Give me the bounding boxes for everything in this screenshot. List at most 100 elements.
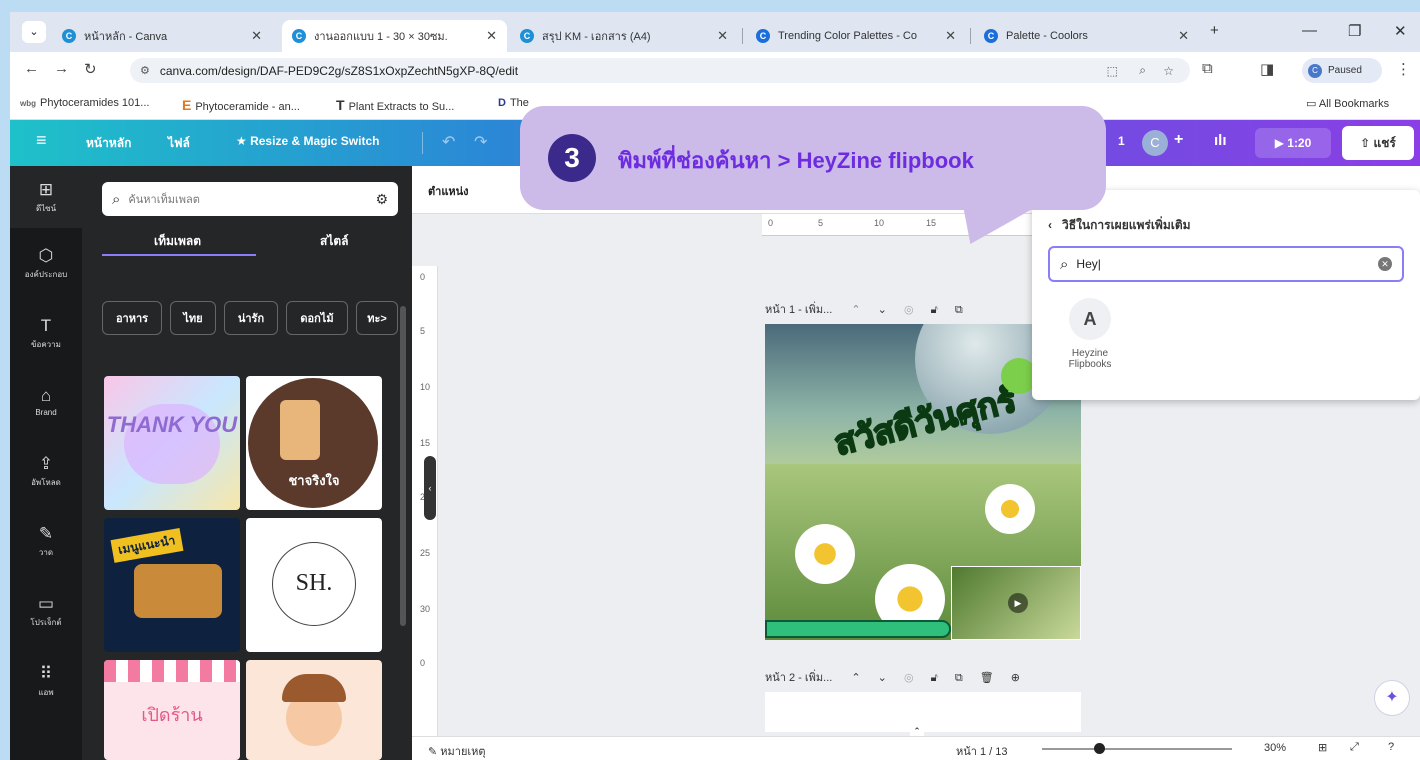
zoom-icon[interactable]: ⌕ <box>1139 63 1146 78</box>
bookmark-item[interactable]: T Plant Extracts to Su... <box>336 97 454 113</box>
nav-projects[interactable]: ▭ โปรเจ็กต์ <box>10 594 82 629</box>
resize-button[interactable]: ★ Resize & Magic Switch <box>236 134 379 148</box>
hide-icon[interactable]: ◎ <box>904 304 914 316</box>
magic-assistant-icon[interactable]: ✦ <box>1374 680 1410 716</box>
template-thumbnail[interactable]: SH. <box>246 518 382 652</box>
hamburger-icon[interactable]: ≡ <box>36 130 47 151</box>
lock-icon[interactable]: 🔓︎ <box>931 672 938 684</box>
chip-flower[interactable]: ดอกไม้ <box>286 301 348 335</box>
chevron-up-icon[interactable]: ⌃ <box>851 672 860 684</box>
close-icon[interactable]: ✕ <box>251 28 262 44</box>
clear-search-icon[interactable]: ✕ <box>1378 257 1392 271</box>
bookmark-label: Phytoceramide - an... <box>195 101 300 113</box>
collapse-panel-handle[interactable]: ‹ <box>424 456 436 520</box>
tab-canva-home[interactable]: C หน้าหลัก - Canva ✕ <box>52 20 272 52</box>
lock-icon[interactable]: 🔓︎ <box>931 304 938 316</box>
template-search-input[interactable]: ⌕ ค้นหาเท็มเพลต ⚙ <box>102 182 398 216</box>
apps-icon: ⠿ <box>39 664 53 683</box>
page-2-design[interactable] <box>765 692 1081 732</box>
restore-icon[interactable]: ❐ <box>1348 22 1361 40</box>
bookmark-item[interactable]: D The <box>498 97 529 109</box>
redo-icon[interactable]: ↷ <box>474 132 487 152</box>
tab-km-doc[interactable]: C สรุป KM - เอกสาร (A4) ✕ <box>510 20 738 52</box>
extensions-icon[interactable]: ⧉ <box>1202 60 1213 77</box>
close-icon[interactable]: ✕ <box>1178 28 1189 44</box>
template-thumbnail[interactable]: เปิดร้าน <box>104 660 240 760</box>
profile-button[interactable]: C Paused <box>1302 58 1382 83</box>
undo-icon[interactable]: ↶ <box>442 132 455 152</box>
tab-palette-coolors[interactable]: C Palette - Coolors ✕ <box>974 20 1199 52</box>
insights-icon[interactable]: ılı <box>1214 132 1227 149</box>
add-page-icon[interactable]: ⊕ <box>1011 672 1020 684</box>
bookmark-star-icon[interactable]: ☆ <box>1163 64 1174 78</box>
nav-elements[interactable]: ⬡ องค์ประกอบ <box>10 246 82 281</box>
close-icon[interactable]: ✕ <box>717 28 728 44</box>
nav-text[interactable]: T ข้อความ <box>10 316 82 351</box>
reload-icon[interactable]: ↻ <box>84 60 97 78</box>
chip-more[interactable]: ทะ> <box>356 301 398 335</box>
bookmark-item[interactable]: E Phytoceramide - an... <box>182 97 300 113</box>
filter-icon[interactable]: ⚙ <box>375 191 388 208</box>
tab-templates[interactable]: เท็มเพลต <box>154 232 201 251</box>
fullscreen-icon[interactable]: ⤢ <box>1350 741 1359 754</box>
hide-icon[interactable]: ◎ <box>904 672 914 684</box>
template-thumbnail[interactable]: เมนูแนะนำ <box>104 518 240 652</box>
chevron-down-icon[interactable]: ⌄ <box>878 672 887 684</box>
home-button[interactable]: หน้าหลัก <box>86 134 131 153</box>
chip-cute[interactable]: น่ารัก <box>224 301 278 335</box>
bookmark-item[interactable]: wbg Phytoceramides 101... <box>20 97 149 109</box>
nav-brand[interactable]: ⌂ Brand <box>10 386 82 417</box>
new-tab-icon[interactable]: + <box>1210 22 1219 39</box>
close-icon[interactable]: ✕ <box>486 28 497 44</box>
file-menu-button[interactable]: ไฟล์ <box>168 134 190 153</box>
add-collaborator-icon[interactable]: + <box>1174 131 1183 149</box>
notes-button[interactable]: ✎ หมายเหตุ <box>428 742 486 760</box>
tab-styles[interactable]: สไตล์ <box>320 232 349 251</box>
forward-icon[interactable]: → <box>54 60 69 77</box>
play-icon[interactable]: ▶ <box>1008 593 1028 613</box>
all-bookmarks[interactable]: ▭ All Bookmarks <box>1306 97 1389 110</box>
help-icon[interactable]: ? <box>1388 741 1394 753</box>
present-button[interactable]: ▶ 1:20 <box>1255 128 1331 158</box>
tab-search-button[interactable]: ⌄ <box>22 21 46 43</box>
nav-draw[interactable]: ✎ วาด <box>10 524 82 559</box>
grid-view-icon[interactable]: ⊞ <box>1318 741 1327 754</box>
sidepanel-icon[interactable]: ◨ <box>1260 60 1274 78</box>
close-icon[interactable]: ✕ <box>945 28 956 44</box>
expand-pages-icon[interactable]: ⌃ <box>910 726 924 736</box>
back-icon[interactable]: ‹ <box>1048 218 1052 232</box>
zoom-level[interactable]: 30% <box>1264 742 1286 754</box>
heyzine-app-result[interactable]: A Heyzine Flipbooks <box>1058 298 1122 370</box>
position-button[interactable]: ตำแหน่ง <box>428 182 469 200</box>
page-indicator[interactable]: หน้า 1 / 13 <box>956 742 1008 760</box>
share-button[interactable]: ⇧ แชร์ <box>1342 126 1414 160</box>
minimize-icon[interactable]: — <box>1302 22 1317 39</box>
back-icon[interactable]: ← <box>24 60 39 77</box>
panel-scrollbar[interactable] <box>400 306 406 626</box>
zoom-slider-handle[interactable] <box>1094 743 1105 754</box>
zoom-slider[interactable] <box>1042 748 1232 750</box>
template-thumbnail[interactable] <box>246 660 382 760</box>
nav-design[interactable]: ⊞ ดีไซน์ <box>10 166 82 228</box>
nav-apps[interactable]: ⠿ แอพ <box>10 664 82 699</box>
share-search-input[interactable]: ⌕ Hey | ✕ <box>1048 246 1404 282</box>
tab-trending-palettes[interactable]: C Trending Color Palettes - Co ✕ <box>746 20 966 52</box>
chip-thai[interactable]: ไทย <box>170 301 216 335</box>
url-input[interactable]: ⚙ canva.com/design/DAF-PED9C2g/sZ8S1xOxp… <box>130 58 1190 83</box>
site-settings-icon[interactable]: ⚙ <box>140 64 150 77</box>
avatar[interactable]: C <box>1142 130 1168 156</box>
template-thumbnail[interactable]: ชาจริงใจ <box>246 376 382 510</box>
template-thumbnail[interactable]: THANK YOU <box>104 376 240 510</box>
menu-icon[interactable]: ⋮ <box>1396 60 1411 78</box>
nav-upload[interactable]: ⇪ อัพโหลด <box>10 454 82 489</box>
duplicate-icon[interactable]: ⧉ <box>955 672 963 684</box>
duplicate-icon[interactable]: ⧉ <box>955 304 963 316</box>
chip-food[interactable]: อาหาร <box>102 301 162 335</box>
close-window-icon[interactable]: ✕ <box>1394 22 1407 40</box>
translate-icon[interactable]: ⬚ <box>1107 64 1118 78</box>
delete-icon[interactable]: 🗑︎ <box>980 672 994 684</box>
tab-design[interactable]: C งานออกแบบ 1 - 30 × 30ซม. ✕ <box>282 20 507 52</box>
video-element[interactable]: ▶ <box>951 566 1081 640</box>
chevron-up-icon[interactable]: ⌃ <box>851 304 860 316</box>
chevron-down-icon[interactable]: ⌄ <box>878 304 887 316</box>
